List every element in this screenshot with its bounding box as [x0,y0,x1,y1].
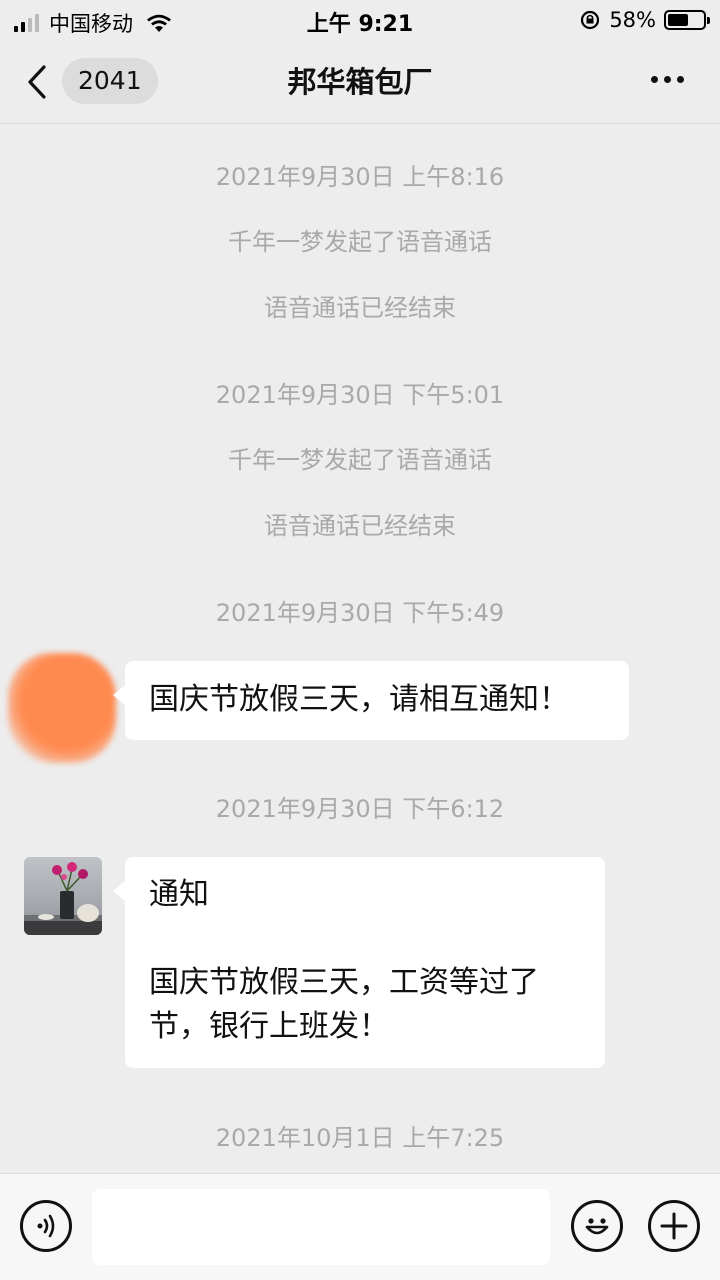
chat-area[interactable]: 2021年9月30日 上午8:16 千年一梦发起了语音通话 语音通话已经结束 2… [0,125,720,1173]
timestamp: 2021年9月30日 下午6:12 [215,795,505,823]
voice-icon [37,1214,55,1238]
input-bar [0,1173,720,1280]
plus-button[interactable] [648,1200,700,1252]
avatar[interactable] [24,857,102,935]
orientation-lock-icon [581,10,600,30]
chevron-left-icon [28,65,46,99]
more-dots-icon[interactable] [651,76,684,83]
nav-bar: 2041 邦华箱包厂 [0,40,720,124]
battery-percent: 58% [609,8,656,32]
plus-icon [660,1212,688,1240]
message-input[interactable] [92,1189,550,1265]
message-text: 通知 国庆节放假三天，工资等过了 节，银行上班发！ [149,877,539,1044]
avatar[interactable] [8,653,116,763]
battery-icon [664,10,710,30]
message-bubble[interactable]: 国庆节放假三天，请相互通知！ [113,661,629,740]
system-message: 语音通话已经结束 [264,294,456,322]
message-text: 国庆节放假三天，请相互通知！ [149,682,569,717]
timestamp: 2021年9月30日 上午8:16 [215,163,505,191]
timestamp: 2021年9月30日 下午5:49 [215,599,505,627]
voice-button[interactable] [20,1200,72,1252]
status-right: 58% [579,8,710,32]
unread-count-badge[interactable]: 2041 [62,58,158,104]
battery-fill [668,14,688,26]
system-message: 千年一梦发起了语音通话 [228,228,492,256]
flower-vase-image-icon [24,862,102,935]
emoji-icon [585,1218,609,1235]
status-bar: 中国移动 上午 9:21 58% [0,0,720,40]
timestamp: 2021年9月30日 下午5:01 [215,381,505,409]
timestamp: 2021年10月1日 上午7:25 [215,1124,505,1152]
emoji-button[interactable] [571,1200,623,1252]
back-button[interactable] [26,62,56,102]
chat-title: 邦华箱包厂 [287,65,433,99]
system-message: 语音通话已经结束 [264,512,456,540]
system-message: 千年一梦发起了语音通话 [228,446,492,474]
message-bubble[interactable]: 通知 国庆节放假三天，工资等过了 节，银行上班发！ [113,857,605,1068]
